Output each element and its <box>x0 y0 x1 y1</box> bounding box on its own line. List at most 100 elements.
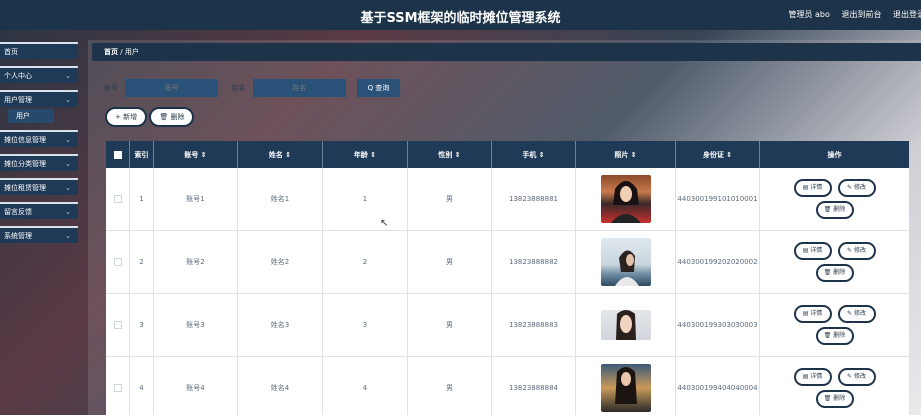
table-row: 2 账号2 姓名2 2 男 13823888882 44030019920202… <box>106 231 909 294</box>
sidebar-item-label: 个人中心 <box>4 72 32 80</box>
detail-button[interactable]: ▤ 详情 <box>793 179 832 197</box>
main-content: 首页 / 用户 账号 姓名 Q 查询 + 新增 🗑 删除 索引 账号 ⇕ 姓名 … <box>88 40 921 415</box>
user-photo <box>600 238 651 286</box>
detail-button[interactable]: ▤ 详情 <box>793 305 832 323</box>
table-row: 3 账号3 姓名3 3 男 13823888883 44030019930303… <box>106 294 909 357</box>
sidebar-item-stall-rental[interactable]: 摊位租赁管理 ⌄ <box>0 178 78 195</box>
header-name[interactable]: 姓名 ⇕ <box>238 141 323 168</box>
delete-button[interactable]: 🗑 删除 <box>815 264 854 282</box>
edit-icon: ✎ <box>847 373 854 380</box>
edit-button[interactable]: ✎ 修改 <box>837 242 876 260</box>
cell-account: 账号4 <box>154 357 238 415</box>
chevron-down-icon: ⌄ <box>65 208 71 216</box>
delete-label: 删除 <box>833 332 846 339</box>
breadcrumb: 首页 / 用户 <box>92 43 921 61</box>
cell-id-card: 440300199202020002 <box>676 231 760 293</box>
sidebar-item-stall-category[interactable]: 摊位分类管理 ⌄ <box>0 154 78 171</box>
cell-age: 2 <box>323 231 408 293</box>
header-actions: 操作 <box>827 150 842 159</box>
trash-icon: 🗑 <box>823 269 834 276</box>
edit-label: 修改 <box>853 184 866 191</box>
cell-gender: 男 <box>408 294 492 356</box>
row-checkbox[interactable] <box>113 384 122 392</box>
query-button[interactable]: Q 查询 <box>356 79 400 97</box>
delete-label: 删除 <box>833 269 846 276</box>
row-checkbox[interactable] <box>113 258 122 266</box>
header-gender[interactable]: 性别 ⇕ <box>408 141 492 168</box>
add-button[interactable]: + 新增 <box>105 107 148 127</box>
cell-gender: 男 <box>408 357 492 415</box>
detail-label: 详情 <box>810 184 823 191</box>
select-all-checkbox-cell <box>106 141 130 168</box>
chevron-down-icon: ⌄ <box>65 96 71 104</box>
header-phone[interactable]: 手机 ⇕ <box>492 141 576 168</box>
edit-label: 修改 <box>853 373 866 380</box>
batch-delete-button[interactable]: 🗑 删除 <box>149 107 195 127</box>
breadcrumb-home[interactable]: 首页 <box>104 48 118 56</box>
cell-gender: 男 <box>408 231 492 293</box>
sidebar-subitem-users[interactable]: 用户 <box>8 109 54 123</box>
cell-index: 2 <box>130 231 154 293</box>
cell-index: 1 <box>130 168 154 230</box>
top-right-links: 管理员 abo 退出到前台 退出登录 <box>779 9 921 20</box>
chevron-down-icon: ⌄ <box>65 136 71 144</box>
portrait-icon <box>614 367 637 404</box>
header-account[interactable]: 账号 ⇕ <box>154 141 238 168</box>
detail-label: 详情 <box>810 373 823 380</box>
sidebar-item-stall-info[interactable]: 摊位信息管理 ⌄ <box>0 130 78 147</box>
cell-index: 3 <box>130 294 154 356</box>
user-photo <box>600 310 651 340</box>
trash-icon: 🗑 <box>159 113 171 121</box>
row-checkbox[interactable] <box>113 195 122 203</box>
header-age[interactable]: 年龄 ⇕ <box>323 141 408 168</box>
detail-button[interactable]: ▤ 详情 <box>793 368 832 386</box>
sidebar-item-label: 首页 <box>4 48 18 56</box>
delete-button[interactable]: 🗑 删除 <box>815 390 854 408</box>
edit-button[interactable]: ✎ 修改 <box>837 179 876 197</box>
edit-button[interactable]: ✎ 修改 <box>837 368 876 386</box>
cell-name: 姓名3 <box>238 294 323 356</box>
user-table: 索引 账号 ⇕ 姓名 ⇕ 年龄 ⇕ 性别 ⇕ 手机 ⇕ 照片 ⇕ 身份证 ⇕ 操… <box>106 141 909 415</box>
sidebar-item-home[interactable]: 首页 <box>0 42 78 59</box>
detail-button[interactable]: ▤ 详情 <box>793 242 832 260</box>
row-checkbox[interactable] <box>113 321 122 329</box>
sidebar-item-label: 摊位信息管理 <box>4 136 46 144</box>
cell-phone: 13823888883 <box>492 294 576 356</box>
chevron-down-icon: ⌄ <box>65 184 71 192</box>
detail-label: 详情 <box>810 247 823 254</box>
cell-index: 4 <box>130 357 154 415</box>
detail-label: 详情 <box>810 310 823 317</box>
top-bar: 基于SSM框架的临时摊位管理系统 管理员 abo 退出到前台 退出登录 <box>0 0 921 30</box>
select-all-checkbox[interactable] <box>113 150 122 159</box>
cell-phone: 13823888882 <box>492 231 576 293</box>
name-input[interactable] <box>252 79 346 97</box>
delete-button[interactable]: 🗑 删除 <box>815 201 854 219</box>
account-input[interactable] <box>125 79 219 97</box>
edit-icon: ✎ <box>847 184 854 191</box>
sidebar-item-label: 系统管理 <box>4 232 32 240</box>
sidebar-item-feedback[interactable]: 留言反馈 ⌄ <box>0 202 78 219</box>
edit-icon: ✎ <box>847 247 854 254</box>
action-bar: + 新增 🗑 删除 <box>105 107 195 127</box>
table-header: 索引 账号 ⇕ 姓名 ⇕ 年龄 ⇕ 性别 ⇕ 手机 ⇕ 照片 ⇕ 身份证 ⇕ 操… <box>106 141 909 168</box>
breadcrumb-current: 用户 <box>124 48 139 56</box>
cell-actions: ▤ 详情 ✎ 修改 🗑 删除 <box>760 231 909 293</box>
edit-button[interactable]: ✎ 修改 <box>837 305 876 323</box>
sidebar-item-user-management[interactable]: 用户管理 ⌄ <box>0 90 78 107</box>
header-photo[interactable]: 照片 ⇕ <box>576 141 676 168</box>
cell-account: 账号2 <box>154 231 238 293</box>
back-to-front-link[interactable]: 退出到前台 <box>841 10 881 19</box>
cell-actions: ▤ 详情 ✎ 修改 🗑 删除 <box>760 294 909 356</box>
delete-label: 删除 <box>833 395 846 402</box>
sidebar-item-system[interactable]: 系统管理 ⌄ <box>0 226 78 243</box>
cell-actions: ▤ 详情 ✎ 修改 🗑 删除 <box>760 357 909 415</box>
logout-link[interactable]: 退出登录 <box>893 10 921 19</box>
chevron-down-icon: ⌄ <box>65 160 71 168</box>
delete-button[interactable]: 🗑 删除 <box>815 327 854 345</box>
user-photo <box>600 175 651 223</box>
cell-name: 姓名1 <box>238 168 323 230</box>
admin-label: 管理员 abo <box>788 10 830 19</box>
sidebar: 首页 个人中心 ⌄ 用户管理 ⌄ 用户 摊位信息管理 ⌄ 摊位分类管理 ⌄ 摊位租赁管理… <box>0 42 78 250</box>
header-id-card[interactable]: 身份证 ⇕ <box>676 141 760 168</box>
sidebar-item-personal-center[interactable]: 个人中心 ⌄ <box>0 66 78 83</box>
